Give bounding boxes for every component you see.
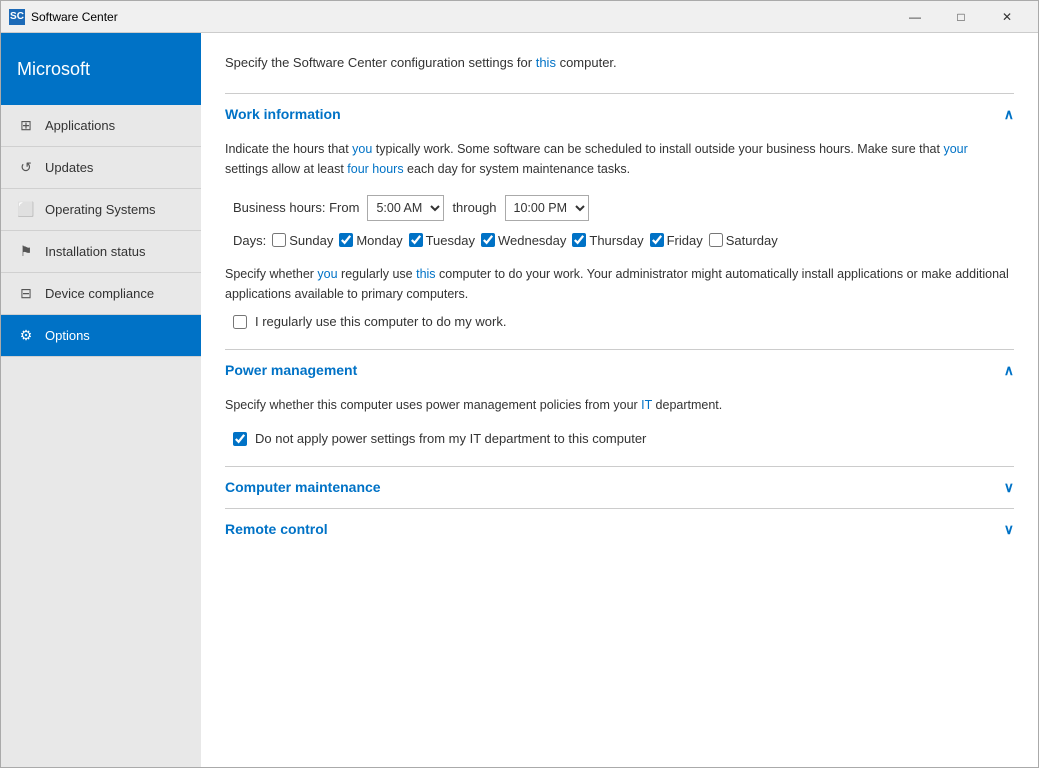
sidebar-item-applications[interactable]: ⊞ Applications	[1, 105, 201, 147]
updates-icon: ↺	[17, 159, 35, 176]
power-management-header[interactable]: Power management ∧	[225, 350, 1014, 391]
compliance-icon: ⊟	[17, 285, 35, 302]
days-label: Days:	[233, 233, 266, 248]
sidebar-item-compliance-label: Device compliance	[45, 286, 154, 301]
applications-icon: ⊞	[17, 117, 35, 134]
install-icon: ⚑	[17, 243, 35, 260]
no-power-label: Do not apply power settings from my IT d…	[255, 431, 646, 446]
remote-control-header[interactable]: Remote control ∨	[225, 509, 1014, 550]
page-description: Specify the Software Center configuratio…	[225, 53, 1014, 73]
regular-use-label: I regularly use this computer to do my w…	[255, 314, 506, 329]
regular-use-row: I regularly use this computer to do my w…	[225, 314, 1014, 329]
power-management-title: Power management	[225, 362, 357, 378]
sidebar-item-installation-status[interactable]: ⚑ Installation status	[1, 231, 201, 273]
app-icon: SC	[9, 9, 25, 25]
day-tuesday[interactable]: Tuesday	[409, 233, 475, 248]
to-time-select[interactable]: 10:00 PM 11:00 PM 9:00 PM	[505, 195, 589, 221]
day-wednesday-checkbox[interactable]	[481, 233, 495, 247]
day-friday-label: Friday	[667, 233, 703, 248]
regular-use-checkbox[interactable]	[233, 315, 247, 329]
sidebar-item-os-label: Operating Systems	[45, 202, 156, 217]
day-thursday-label: Thursday	[589, 233, 643, 248]
day-tuesday-checkbox[interactable]	[409, 233, 423, 247]
day-wednesday-label: Wednesday	[498, 233, 566, 248]
title-bar: SC Software Center — □ ✕	[1, 1, 1038, 33]
software-center-window: SC Software Center — □ ✕ Microsoft ⊞ App…	[0, 0, 1039, 768]
through-label: through	[452, 200, 496, 215]
day-friday[interactable]: Friday	[650, 233, 703, 248]
day-saturday-checkbox[interactable]	[709, 233, 723, 247]
highlight-this: this	[536, 55, 556, 70]
regular-use-description: Specify whether you regularly use this c…	[225, 264, 1014, 304]
from-time-select[interactable]: 5:00 AM 6:00 AM 7:00 AM 8:00 AM	[367, 195, 444, 221]
section-work-information: Work information ∧ Indicate the hours th…	[225, 93, 1014, 349]
sidebar-item-options[interactable]: ⚙ Options	[1, 315, 201, 357]
no-power-checkbox[interactable]	[233, 432, 247, 446]
no-power-row: Do not apply power settings from my IT d…	[225, 431, 1014, 446]
computer-maintenance-header[interactable]: Computer maintenance ∨	[225, 467, 1014, 508]
computer-maintenance-chevron: ∨	[1004, 479, 1014, 496]
window-title: Software Center	[31, 10, 892, 24]
sidebar-header: Microsoft	[1, 33, 201, 105]
os-icon: ⬜	[17, 201, 35, 218]
content-area: Specify the Software Center configuratio…	[201, 33, 1038, 767]
day-saturday-label: Saturday	[726, 233, 778, 248]
day-saturday[interactable]: Saturday	[709, 233, 778, 248]
business-hours-row: Business hours: From 5:00 AM 6:00 AM 7:0…	[225, 195, 1014, 221]
sidebar-item-applications-label: Applications	[45, 118, 115, 133]
sidebar: Microsoft ⊞ Applications ↺ Updates ⬜ Ope…	[1, 33, 201, 767]
window-controls: — □ ✕	[892, 1, 1030, 33]
section-computer-maintenance: Computer maintenance ∨	[225, 466, 1014, 508]
day-friday-checkbox[interactable]	[650, 233, 664, 247]
day-monday-label: Monday	[356, 233, 402, 248]
power-management-chevron: ∧	[1004, 362, 1014, 379]
day-monday-checkbox[interactable]	[339, 233, 353, 247]
sidebar-item-options-label: Options	[45, 328, 90, 343]
remote-control-title: Remote control	[225, 521, 328, 537]
work-information-title: Work information	[225, 106, 341, 122]
section-remote-control: Remote control ∨	[225, 508, 1014, 550]
work-information-content: Indicate the hours that you typically wo…	[225, 135, 1014, 349]
minimize-button[interactable]: —	[892, 1, 938, 33]
sidebar-item-updates-label: Updates	[45, 160, 93, 175]
sidebar-item-updates[interactable]: ↺ Updates	[1, 147, 201, 189]
day-tuesday-label: Tuesday	[426, 233, 475, 248]
day-thursday[interactable]: Thursday	[572, 233, 643, 248]
power-management-description: Specify whether this computer uses power…	[225, 395, 1014, 415]
computer-maintenance-title: Computer maintenance	[225, 479, 381, 495]
day-wednesday[interactable]: Wednesday	[481, 233, 566, 248]
close-button[interactable]: ✕	[984, 1, 1030, 33]
main-layout: Microsoft ⊞ Applications ↺ Updates ⬜ Ope…	[1, 33, 1038, 767]
work-information-chevron: ∧	[1004, 106, 1014, 123]
options-icon: ⚙	[17, 327, 35, 344]
day-sunday[interactable]: Sunday	[272, 233, 333, 248]
day-monday[interactable]: Monday	[339, 233, 402, 248]
business-hours-label: Business hours: From	[233, 200, 359, 215]
work-info-description: Indicate the hours that you typically wo…	[225, 139, 1014, 179]
work-information-header[interactable]: Work information ∧	[225, 94, 1014, 135]
sidebar-item-operating-systems[interactable]: ⬜ Operating Systems	[1, 189, 201, 231]
section-power-management: Power management ∧ Specify whether this …	[225, 349, 1014, 466]
maximize-button[interactable]: □	[938, 1, 984, 33]
sidebar-item-install-label: Installation status	[45, 244, 145, 259]
remote-control-chevron: ∨	[1004, 521, 1014, 538]
day-thursday-checkbox[interactable]	[572, 233, 586, 247]
day-sunday-label: Sunday	[289, 233, 333, 248]
power-management-content: Specify whether this computer uses power…	[225, 391, 1014, 466]
days-row: Days: Sunday Monday Tuesday	[225, 233, 1014, 248]
day-sunday-checkbox[interactable]	[272, 233, 286, 247]
sidebar-item-device-compliance[interactable]: ⊟ Device compliance	[1, 273, 201, 315]
